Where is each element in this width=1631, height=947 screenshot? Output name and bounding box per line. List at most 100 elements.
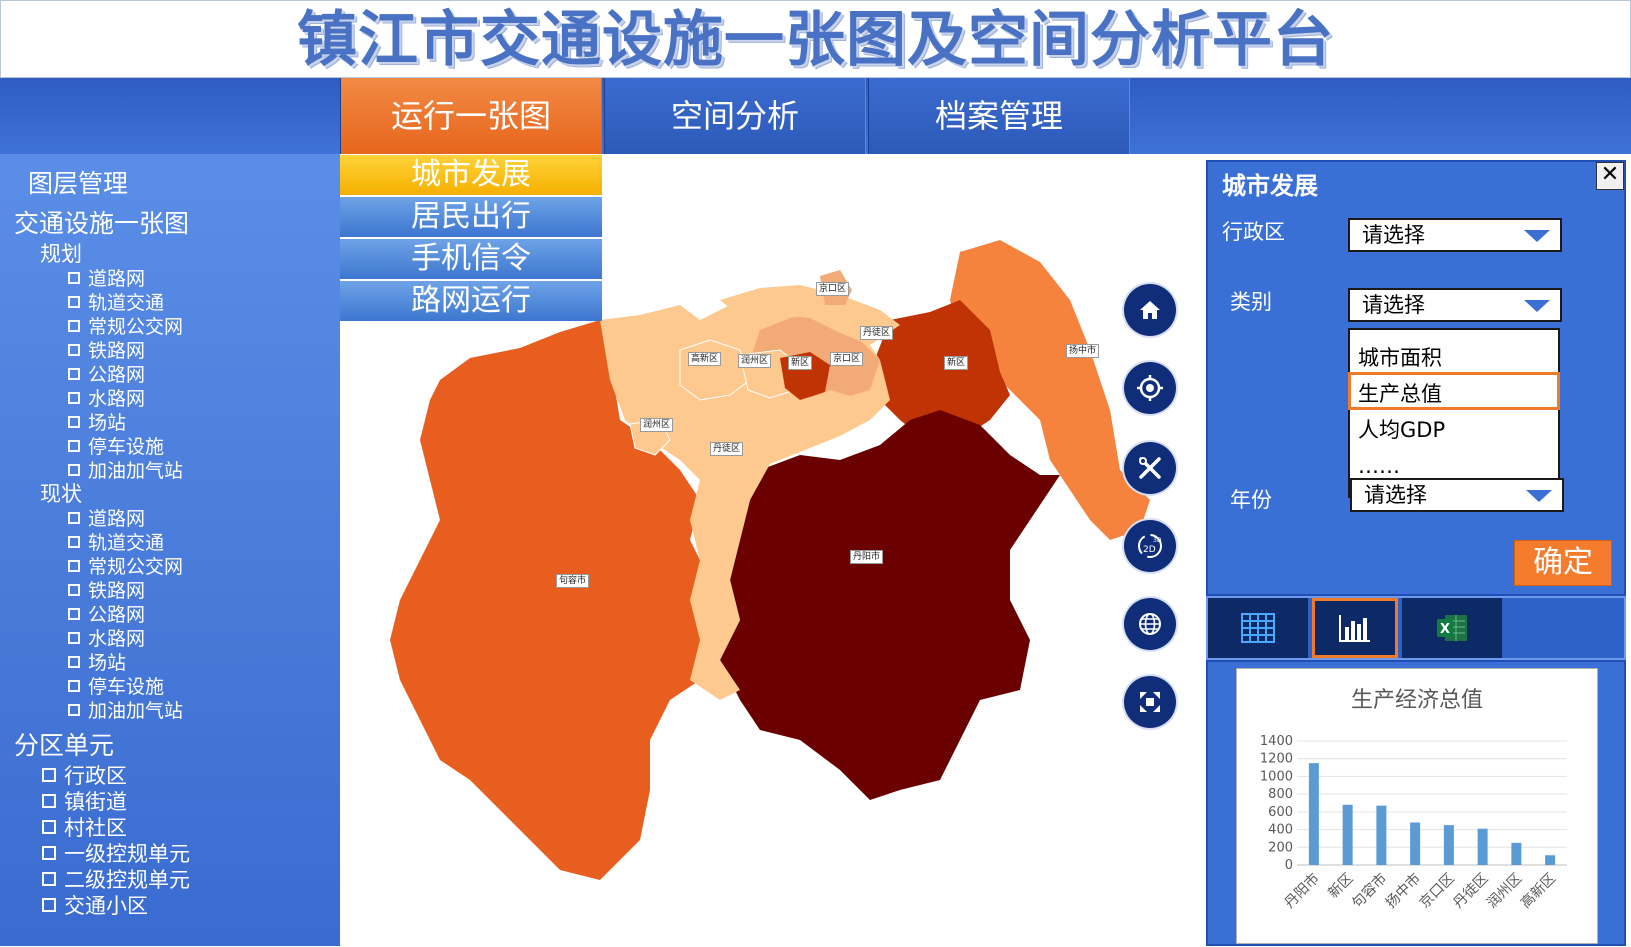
- current-layer-item[interactable]: 轨道交通: [68, 528, 164, 555]
- chevron-down-icon: [1524, 300, 1550, 312]
- tools-button[interactable]: [1124, 442, 1176, 494]
- checkbox-icon[interactable]: [42, 768, 56, 782]
- map-label: 高新区: [688, 352, 722, 366]
- table-view-button[interactable]: [1208, 598, 1308, 658]
- bar-新区: [1342, 804, 1353, 865]
- checkbox-icon[interactable]: [42, 820, 56, 834]
- bar-扬中市: [1410, 822, 1421, 865]
- locate-icon: [1137, 375, 1163, 401]
- locate-button[interactable]: [1124, 362, 1176, 414]
- export-excel-button[interactable]: X: [1402, 598, 1502, 658]
- zone-layer-item[interactable]: 交通小区: [42, 890, 148, 920]
- year-select[interactable]: 请选择: [1350, 478, 1564, 512]
- group-transport-title[interactable]: 交通设施一张图: [14, 204, 189, 240]
- bar-高新区: [1545, 855, 1556, 865]
- bar-句容市: [1376, 805, 1387, 865]
- tab-archive-management[interactable]: 档案管理: [868, 78, 1130, 154]
- plan-layer-item[interactable]: 铁路网: [68, 336, 145, 363]
- checkbox-icon[interactable]: [68, 631, 80, 644]
- checkbox-icon[interactable]: [68, 655, 80, 668]
- option-city-area[interactable]: 城市面积: [1358, 342, 1442, 372]
- y-tick-label: 1200: [1260, 752, 1293, 767]
- close-button[interactable]: ✕: [1596, 162, 1624, 190]
- x-tick-label: 扬中市: [1382, 870, 1424, 912]
- checkbox-icon[interactable]: [68, 679, 80, 692]
- plan-layer-item[interactable]: 轨道交通: [68, 288, 164, 315]
- plan-layer-item[interactable]: 加油加气站: [68, 456, 183, 483]
- checkbox-icon[interactable]: [68, 535, 80, 548]
- current-layer-item[interactable]: 道路网: [68, 504, 145, 531]
- submenu-resident-travel[interactable]: 居民出行: [340, 197, 602, 237]
- submenu-city-development[interactable]: 城市发展: [340, 155, 602, 195]
- checkbox-icon[interactable]: [68, 703, 80, 716]
- current-layer-item[interactable]: 场站: [68, 648, 126, 675]
- view-toolbar: X: [1206, 596, 1626, 660]
- view-2d-3d-button[interactable]: 2D 3D: [1124, 520, 1176, 572]
- checkbox-icon[interactable]: [42, 846, 56, 860]
- x-tick-label: 丹阳市: [1281, 870, 1323, 912]
- tools-icon: [1139, 457, 1161, 479]
- current-layer-item[interactable]: 铁路网: [68, 576, 145, 603]
- checkbox-icon[interactable]: [42, 872, 56, 886]
- home-button[interactable]: [1124, 284, 1176, 336]
- current-layer-item[interactable]: 加油加气站: [68, 696, 183, 723]
- map-label: 丹阳市: [850, 550, 884, 564]
- option-more[interactable]: ……: [1358, 454, 1400, 478]
- tab-operation-map[interactable]: 运行一张图: [340, 78, 602, 154]
- map-label: 新区: [944, 356, 969, 370]
- plan-layer-item[interactable]: 公路网: [68, 360, 145, 387]
- checkbox-icon[interactable]: [42, 794, 56, 808]
- checkbox-icon[interactable]: [68, 607, 80, 620]
- checkbox-icon[interactable]: [42, 898, 56, 912]
- layer-management-title: 图层管理: [28, 169, 129, 198]
- close-icon: ✕: [1600, 162, 1620, 187]
- checkbox-icon[interactable]: [68, 271, 80, 284]
- x-tick-label: 润州区: [1484, 871, 1525, 912]
- plan-layer-item[interactable]: 常规公交网: [68, 312, 183, 339]
- bar-润州区: [1511, 842, 1522, 865]
- district-select[interactable]: 请选择: [1348, 218, 1562, 252]
- checkbox-icon[interactable]: [68, 391, 80, 404]
- checkbox-icon[interactable]: [68, 343, 80, 356]
- bar-京口区: [1443, 825, 1454, 865]
- y-tick-label: 0: [1285, 858, 1293, 873]
- plan-layer-item[interactable]: 场站: [68, 408, 126, 435]
- submenu-mobile-signaling[interactable]: 手机信令: [340, 239, 602, 279]
- map-label: 润州区: [640, 418, 674, 432]
- tab-spatial-analysis[interactable]: 空间分析: [604, 78, 866, 154]
- group-zones-title[interactable]: 分区单元: [14, 726, 114, 762]
- chevron-down-icon: [1524, 230, 1550, 242]
- checkbox-icon[interactable]: [68, 439, 80, 452]
- excel-icon: X: [1437, 615, 1467, 641]
- bar-丹徒区: [1477, 828, 1488, 865]
- confirm-button[interactable]: 确定: [1514, 540, 1612, 586]
- category-select[interactable]: 请选择: [1348, 288, 1562, 322]
- table-icon: [1241, 613, 1275, 643]
- plan-layer-item[interactable]: 道路网: [68, 264, 145, 291]
- chart-panel: 生产经济总值 1400 1200 1000 800 600 400 200 0 丹阳市 新区 句容市…: [1206, 660, 1626, 946]
- checkbox-icon[interactable]: [68, 583, 80, 596]
- chart-view-button[interactable]: [1312, 598, 1398, 658]
- fullscreen-button[interactable]: [1124, 676, 1176, 728]
- checkbox-icon[interactable]: [68, 319, 80, 332]
- category-dropdown: 城市面积 生产总值 人均GDP ……: [1348, 328, 1560, 498]
- submenu-road-network[interactable]: 路网运行: [340, 281, 602, 321]
- current-layer-item[interactable]: 常规公交网: [68, 552, 183, 579]
- checkbox-icon[interactable]: [68, 463, 80, 476]
- checkbox-icon[interactable]: [68, 415, 80, 428]
- current-layer-item[interactable]: 停车设施: [68, 672, 164, 699]
- option-gdp-per-capita[interactable]: 人均GDP: [1358, 414, 1445, 444]
- current-layer-item[interactable]: 公路网: [68, 600, 145, 627]
- district-label: 行政区: [1222, 220, 1285, 244]
- map-label: 京口区: [816, 282, 850, 296]
- plan-layer-item[interactable]: 停车设施: [68, 432, 164, 459]
- current-layer-item[interactable]: 水路网: [68, 624, 145, 651]
- plan-layer-item[interactable]: 水路网: [68, 384, 145, 411]
- checkbox-icon[interactable]: [68, 295, 80, 308]
- checkbox-icon[interactable]: [68, 511, 80, 524]
- checkbox-icon[interactable]: [68, 367, 80, 380]
- globe-button[interactable]: [1124, 598, 1176, 650]
- checkbox-icon[interactable]: [68, 559, 80, 572]
- gdp-bar-chart: 生产经济总值 1400120010008006004002000丹阳市 新区句容市…: [1260, 688, 1567, 912]
- map-label: 新区: [788, 356, 813, 370]
